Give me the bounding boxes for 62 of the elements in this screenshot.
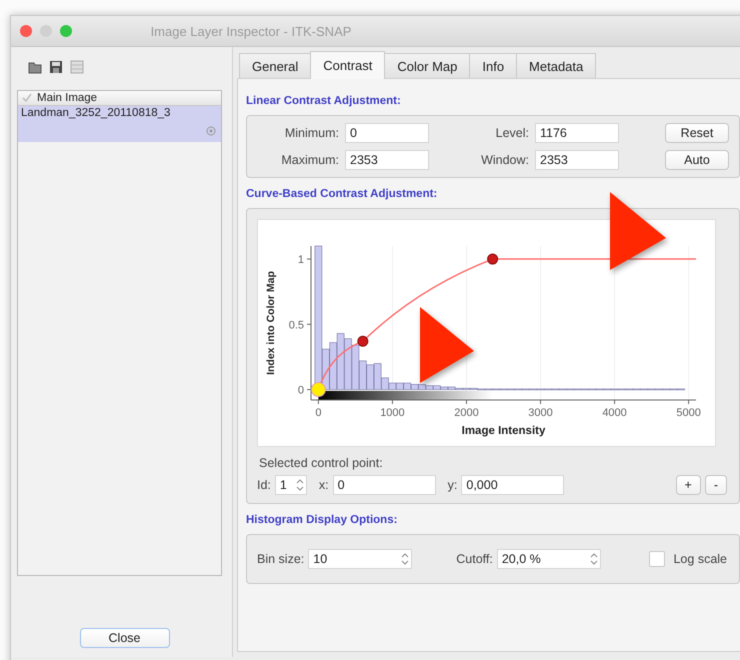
y-input-field[interactable]: 0,000 — [461, 475, 564, 495]
window-title: Image Layer Inspector - ITK-SNAP — [150, 24, 352, 38]
contrast-chart[interactable]: 0 0.5 1 0 1000 2000 3000 4000 5000 Image Intensity Index into Color Map — [257, 219, 716, 447]
bin-size-label: Bin size: — [257, 552, 304, 566]
x-tick-label: 1000 — [380, 407, 405, 419]
stepper-icon[interactable] — [401, 551, 410, 567]
y-axis-title: Index into Color Map — [265, 271, 277, 375]
grid-icon[interactable] — [70, 60, 84, 74]
tab[interactable]: Contrast — [310, 51, 386, 79]
tab[interactable]: Info — [469, 53, 518, 78]
id-label: Id: — [257, 478, 271, 492]
save-icon[interactable] — [49, 60, 63, 74]
histogram-bar — [366, 364, 374, 390]
tab[interactable]: General — [239, 53, 312, 78]
control-point[interactable] — [487, 254, 498, 265]
y-tick-label: 0.5 — [288, 319, 304, 332]
layer-item[interactable]: Landman_3252_20110818_3 — [18, 106, 221, 142]
id-spinbox[interactable]: 1 — [274, 475, 307, 495]
x-tick-label: 3000 — [528, 407, 553, 419]
check-icon — [22, 93, 32, 103]
tab[interactable]: Color Map — [384, 53, 470, 78]
selected-point-label: Selected control point: — [259, 456, 384, 470]
field-label: Maximum: — [280, 153, 339, 167]
cutoff-spinbox[interactable]: 20,0 % — [496, 549, 601, 569]
reset-button[interactable]: Reset — [665, 123, 729, 143]
add-point-button[interactable]: + — [676, 475, 701, 495]
x-tick-label: 4000 — [602, 407, 627, 419]
bin-size-spinbox[interactable]: 10 — [308, 549, 412, 569]
field-label: Level: — [494, 126, 529, 140]
field-label: Window: — [480, 153, 529, 167]
x-tick-label: 0 — [315, 407, 322, 419]
x-input-field[interactable]: 0 — [332, 475, 436, 495]
input-field[interactable]: 2353 — [345, 150, 429, 170]
x-axis-title: Image Intensity — [462, 425, 546, 437]
header-label: Main Image — [37, 92, 98, 104]
close-button[interactable]: Close — [80, 628, 170, 648]
section-title: Histogram Display Options: — [246, 514, 398, 526]
remove-point-button[interactable]: - — [704, 475, 727, 495]
y-tick-label: 1 — [298, 254, 304, 266]
stepper-icon[interactable] — [590, 551, 598, 567]
input-field[interactable]: 1176 — [535, 123, 619, 143]
section-title: Curve-Based Contrast Adjustment: — [246, 188, 438, 200]
y-label: y: — [448, 478, 458, 492]
x-label: x: — [318, 478, 329, 492]
control-point[interactable] — [310, 382, 326, 398]
x-tick-label: 5000 — [676, 407, 701, 419]
cutoff-label: Cutoff: — [456, 552, 493, 566]
input-field[interactable]: 0 — [345, 123, 429, 143]
folder-icon[interactable] — [28, 60, 42, 74]
log-scale-checkbox[interactable] — [649, 551, 666, 567]
close-window-button[interactable] — [20, 25, 32, 37]
auto-button[interactable]: Auto — [665, 150, 729, 170]
input-field[interactable]: 2353 — [535, 150, 619, 170]
field-label: Minimum: — [284, 126, 339, 140]
zoom-window-button[interactable] — [60, 25, 72, 37]
y-tick-label: 0 — [298, 384, 304, 397]
stepper-icon[interactable] — [296, 477, 304, 493]
section-title: Linear Contrast Adjustment: — [246, 95, 402, 107]
x-tick-label: 2000 — [454, 407, 479, 419]
control-point[interactable] — [357, 336, 368, 347]
tab[interactable]: Metadata — [516, 53, 596, 78]
log-scale-label: Log scale — [673, 552, 727, 566]
